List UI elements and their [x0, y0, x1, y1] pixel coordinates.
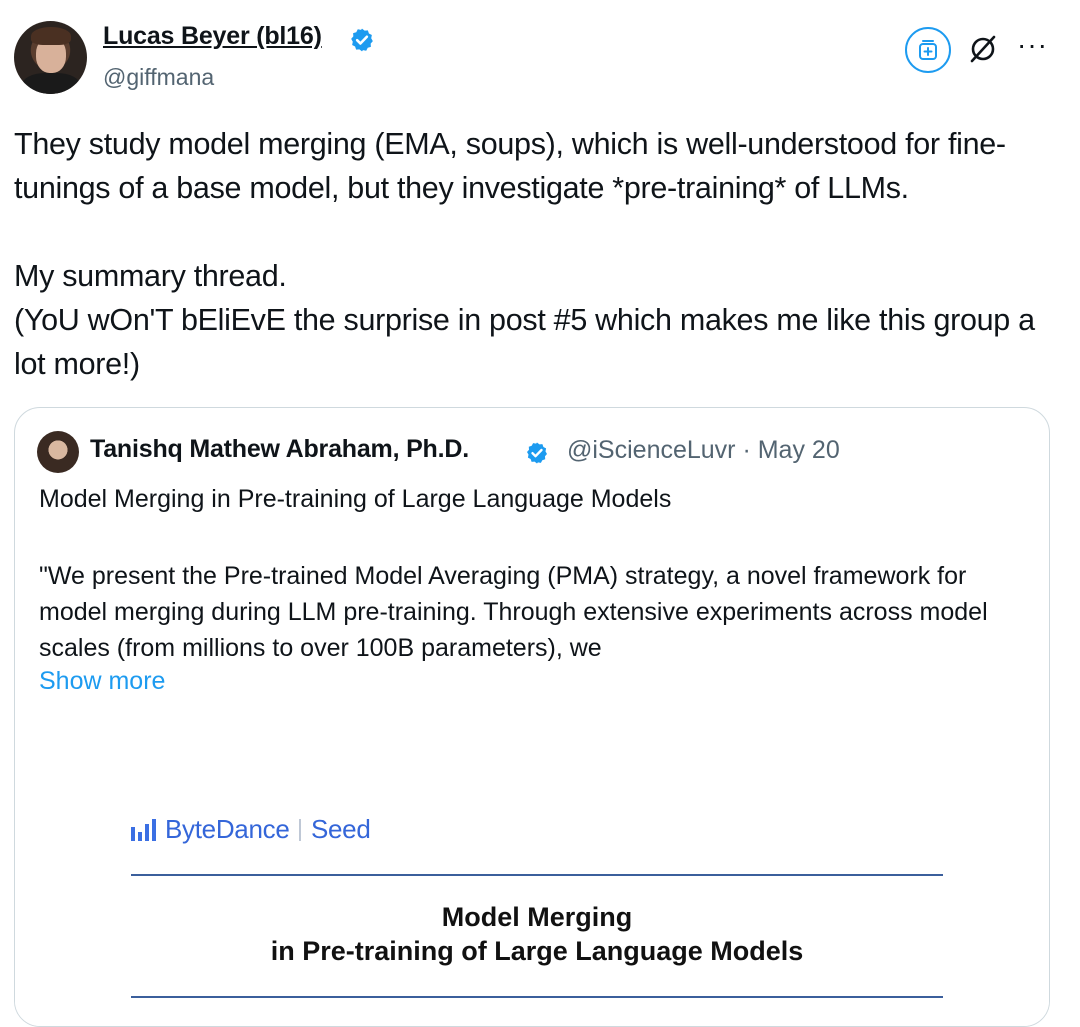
more-icon[interactable]: ···: [1017, 30, 1048, 60]
verified-badge-icon: [351, 28, 373, 52]
meta-separator: ·: [735, 436, 758, 464]
paper-title-line-1: Model Merging: [441, 902, 633, 932]
no-sign-icon[interactable]: [964, 30, 1002, 68]
quoted-author-meta: @iScienceLuvr · May 20: [567, 436, 840, 465]
post-paragraph-3: (YoU wOn'T bEliEvE the surprise in post …: [14, 303, 1035, 381]
logo-divider: [299, 818, 301, 841]
bytedance-bars-icon: [131, 818, 156, 841]
quoted-post[interactable]: Tanishq Mathew Abraham, Ph.D. @iScienceL…: [14, 407, 1050, 1027]
post-paragraph-1: They study model merging (EMA, soups), w…: [14, 127, 1006, 205]
verified-badge-icon: [527, 442, 547, 464]
paper-preview-image[interactable]: ByteDance Seed Model Merging in Pre-trai…: [15, 748, 1049, 1026]
author-avatar[interactable]: [14, 21, 87, 94]
quoted-post-body: "We present the Pre-trained Model Averag…: [39, 562, 988, 662]
paper-rule-top: [131, 874, 943, 876]
logo-sub: Seed: [310, 814, 371, 844]
author-name[interactable]: Lucas Beyer (bl16): [103, 22, 322, 51]
author-handle[interactable]: @giffmana: [103, 64, 214, 91]
post-paragraph-2: My summary thread.: [14, 259, 287, 293]
paper-title-line-2: in Pre-training of Large Language Models: [270, 936, 804, 966]
avatar-shirt: [22, 73, 80, 94]
grok-icon: [919, 40, 937, 60]
paper-title: Model Merging in Pre-training of Large L…: [131, 900, 943, 968]
quoted-author-name[interactable]: Tanishq Mathew Abraham, Ph.D.: [90, 435, 469, 464]
quoted-post-date[interactable]: May 20: [758, 436, 840, 464]
avatar-hair: [31, 27, 71, 45]
bytedance-seed-logo: ByteDance Seed: [131, 814, 371, 845]
quoted-post-title: Model Merging in Pre-training of Large L…: [39, 485, 672, 513]
grok-button[interactable]: [905, 27, 951, 73]
logo-brand: ByteDance: [165, 814, 290, 844]
post-text: They study model merging (EMA, soups), w…: [14, 122, 1064, 386]
quoted-author-avatar[interactable]: [37, 431, 79, 473]
show-more-link[interactable]: Show more: [39, 667, 165, 696]
quoted-author-handle[interactable]: @iScienceLuvr: [567, 436, 736, 464]
